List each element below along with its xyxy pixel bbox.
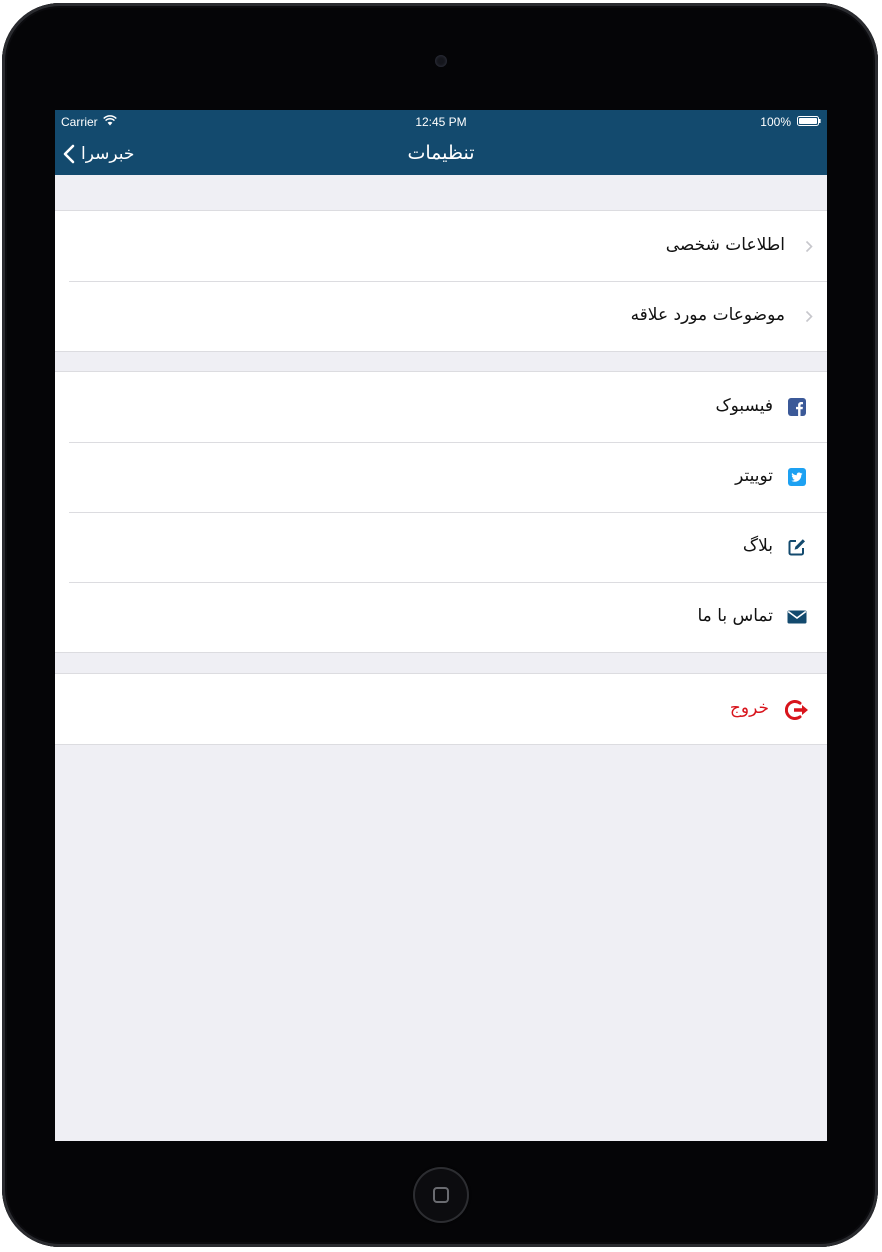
home-button[interactable] [413, 1167, 469, 1223]
social-links-group: فیسبوک توییتر بلاگ تماس با ما [55, 371, 827, 653]
logout-label: خروج [729, 698, 769, 718]
session-group: خروج [55, 673, 827, 745]
twitter-label: توییتر [735, 466, 773, 486]
account-settings-group: اطلاعات شخصی موضوعات مورد علاقه [55, 210, 827, 352]
twitter-icon [788, 468, 806, 486]
app-screen: Carrier 12:45 PM 100% خبرسرا تنظیمات اطل… [55, 110, 827, 1141]
personal-info-label: اطلاعات شخصی [665, 235, 785, 255]
edit-icon [788, 539, 805, 556]
chevron-right-icon [805, 240, 813, 253]
personal-info-row[interactable]: اطلاعات شخصی [55, 211, 827, 281]
navigation-bar: خبرسرا تنظیمات [55, 132, 827, 175]
clock: 12:45 PM [415, 115, 467, 129]
facebook-row[interactable]: فیسبوک [55, 372, 827, 442]
envelope-icon [787, 610, 807, 624]
logout-row[interactable]: خروج [55, 674, 827, 744]
contact-us-label: تماس با ما [697, 606, 774, 626]
page-title: تنظیمات [407, 142, 475, 164]
logout-icon [785, 700, 808, 720]
facebook-label: فیسبوک [715, 396, 773, 416]
battery-percentage: 100% [760, 115, 791, 129]
blog-label: بلاگ [742, 536, 773, 556]
status-bar: Carrier 12:45 PM 100% [55, 110, 827, 132]
facebook-icon [788, 398, 806, 416]
favorite-topics-label: موضوعات مورد علاقه [630, 305, 785, 325]
home-button-square-icon [433, 1187, 449, 1203]
favorite-topics-row[interactable]: موضوعات مورد علاقه [55, 281, 827, 351]
top-bar: Carrier 12:45 PM 100% خبرسرا تنظیمات [55, 110, 827, 175]
chevron-right-icon [805, 310, 813, 323]
twitter-row[interactable]: توییتر [55, 442, 827, 512]
contact-us-row[interactable]: تماس با ما [55, 582, 827, 652]
front-camera [435, 55, 447, 67]
blog-row[interactable]: بلاگ [55, 512, 827, 582]
battery-icon [797, 116, 821, 126]
